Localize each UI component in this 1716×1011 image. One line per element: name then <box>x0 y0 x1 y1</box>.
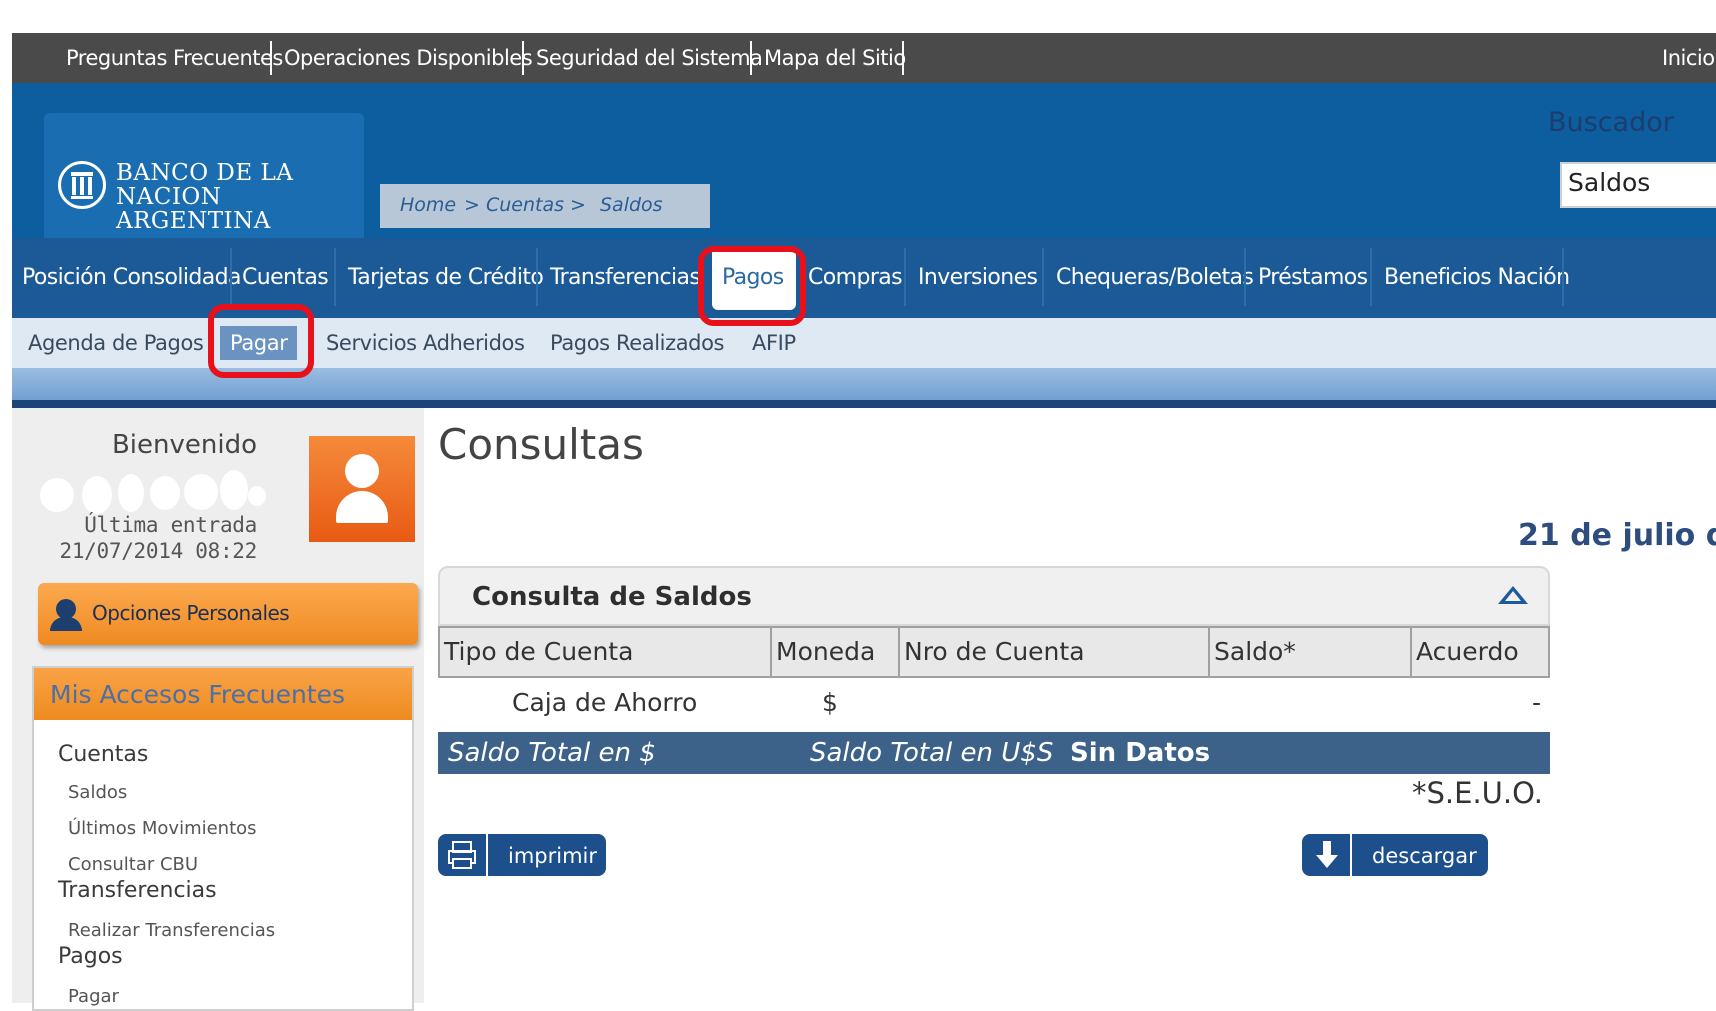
user-avatar-icon[interactable] <box>309 436 415 542</box>
col-moneda: Moneda <box>772 628 900 676</box>
cell-moneda: $ <box>822 688 838 717</box>
nav-posicion-consolidada[interactable]: Posición Consolidada <box>12 246 251 310</box>
section-transferencias: Transferencias <box>58 878 217 903</box>
site-header: BANCO DE LA NACION ARGENTINA Home > Cuen… <box>12 83 1716 238</box>
imprimir-button[interactable]: imprimir <box>438 834 606 876</box>
sin-datos: Sin Datos <box>1070 738 1211 768</box>
redacted-username <box>32 458 282 514</box>
top-utility-bar: Preguntas Frecuentes Operaciones Disponi… <box>12 33 1716 83</box>
subnav-agenda-pagos[interactable]: Agenda de Pagos <box>28 318 204 368</box>
col-saldo: Saldo* <box>1210 628 1412 676</box>
nav-tarjetas-credito[interactable]: Tarjetas de Crédito <box>338 246 553 310</box>
breadcrumb-cuentas[interactable]: Cuentas <box>486 194 564 216</box>
search-input[interactable]: Saldos <box>1560 162 1716 208</box>
current-date: 21 de julio de <box>1518 518 1716 553</box>
breadcrumb-separator: > <box>570 194 586 216</box>
mapa-sitio-link[interactable]: Mapa del Sitio <box>752 33 918 83</box>
bank-logo[interactable]: BANCO DE LA NACION ARGENTINA <box>44 113 364 238</box>
nav-separator <box>1244 248 1246 306</box>
nav-cuentas[interactable]: Cuentas <box>232 246 338 310</box>
nav-compras[interactable]: Compras <box>798 246 912 310</box>
nav-separator <box>904 248 906 306</box>
descargar-button[interactable]: descargar <box>1302 834 1488 876</box>
subnav-divider <box>12 400 1716 408</box>
opciones-personales-button[interactable]: Opciones Personales <box>38 583 418 645</box>
link-pagar[interactable]: Pagar <box>68 986 119 1007</box>
cell-acuerdo: - <box>1532 688 1542 717</box>
search-label: Buscador <box>1548 107 1674 138</box>
breadcrumb-home[interactable]: Home <box>400 194 456 216</box>
section-cuentas: Cuentas <box>58 742 149 767</box>
person-icon <box>50 599 82 631</box>
seuo-note: *S.E.U.O. <box>1412 776 1543 810</box>
faq-link[interactable]: Preguntas Frecuentes <box>54 33 295 83</box>
download-arrow-icon <box>1302 834 1352 876</box>
nav-separator <box>334 248 336 306</box>
breadcrumb: Home > Cuentas > Saldos <box>380 184 710 228</box>
printer-icon <box>438 834 488 876</box>
opciones-personales-label: Opciones Personales <box>92 601 290 625</box>
imprimir-label: imprimir <box>508 844 598 868</box>
collapse-up-icon[interactable] <box>1498 586 1528 604</box>
total-pesos: Saldo Total en $ <box>448 738 656 768</box>
link-realizar-transferencias[interactable]: Realizar Transferencias <box>68 920 275 941</box>
seguridad-link[interactable]: Seguridad del Sistema <box>524 33 774 83</box>
panel-title: Consulta de Saldos <box>472 582 752 612</box>
bank-name: BANCO DE LA NACION ARGENTINA <box>116 160 294 234</box>
col-acuerdo: Acuerdo <box>1416 637 1519 666</box>
table-row[interactable]: Caja de Ahorro $ - <box>438 678 1550 730</box>
operaciones-link[interactable]: Operaciones Disponibles <box>272 33 544 83</box>
top-separator <box>902 41 904 75</box>
table-header: Tipo de Cuenta Moneda Nro de Cuenta Sald… <box>438 626 1550 678</box>
nav-prestamos[interactable]: Préstamos <box>1248 246 1378 310</box>
inicio-link[interactable]: Inicio <box>1650 33 1716 83</box>
sidebar: Bienvenido Última entrada 21/07/2014 08:… <box>12 408 424 1011</box>
total-usd: Saldo Total en U$S <box>810 738 1054 768</box>
col-tipo-cuenta: Tipo de Cuenta <box>440 628 772 676</box>
nav-separator <box>1562 248 1564 306</box>
descargar-label: descargar <box>1372 844 1477 868</box>
bank-emblem-icon <box>58 161 106 209</box>
breadcrumb-saldos[interactable]: Saldos <box>600 194 663 216</box>
link-ultimos-movimientos[interactable]: Últimos Movimientos <box>68 818 257 839</box>
col-nro-cuenta: Nro de Cuenta <box>900 628 1210 676</box>
nav-separator <box>1042 248 1044 306</box>
pagos-highlight <box>698 246 806 326</box>
welcome-text: Bienvenido <box>111 430 257 460</box>
pagar-highlight <box>208 304 314 378</box>
link-saldos[interactable]: Saldos <box>68 782 127 803</box>
frequent-access-header: Mis Accesos Frecuentes <box>34 668 412 720</box>
nav-transferencias[interactable]: Transferencias <box>540 246 710 310</box>
totals-bar: Saldo Total en $ Saldo Total en U$S Sin … <box>438 732 1550 774</box>
nav-beneficios-nacion[interactable]: Beneficios Nación <box>1374 246 1579 310</box>
nav-inversiones[interactable]: Inversiones <box>908 246 1047 310</box>
section-pagos: Pagos <box>58 944 123 969</box>
consulta-saldos-panel: Consulta de Saldos <box>438 566 1550 626</box>
subnav-pagos-realizados[interactable]: Pagos Realizados <box>550 318 725 368</box>
page-title: Consultas <box>438 420 644 469</box>
nav-separator <box>1370 248 1372 306</box>
nav-separator <box>536 248 538 306</box>
last-entry: Última entrada 21/07/2014 08:22 <box>59 513 258 563</box>
breadcrumb-separator: > <box>464 194 480 216</box>
cell-tipo-cuenta: Caja de Ahorro <box>512 688 698 717</box>
nav-chequeras-boletas[interactable]: Chequeras/Boletas <box>1046 246 1263 310</box>
link-consultar-cbu[interactable]: Consultar CBU <box>68 854 198 875</box>
subnav-servicios-adheridos[interactable]: Servicios Adheridos <box>326 318 525 368</box>
